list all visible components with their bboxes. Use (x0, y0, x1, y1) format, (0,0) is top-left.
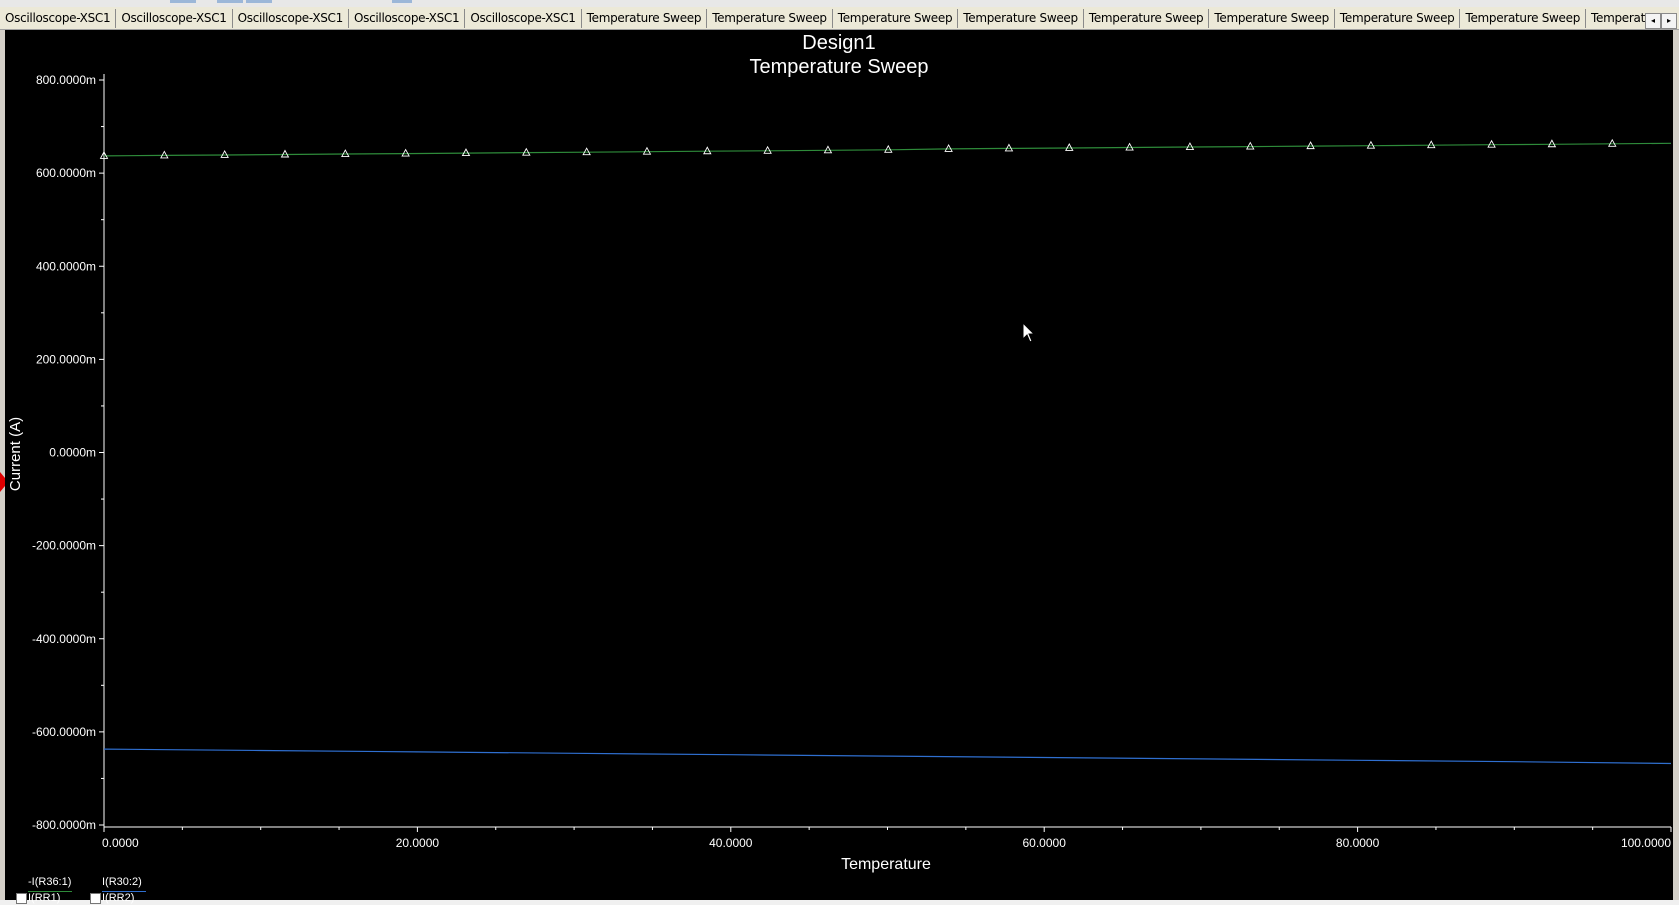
chart-svg[interactable]: Design1 Temperature Sweep Current (A) Te… (0, 30, 1679, 900)
x-tick-label: 40.0000 (709, 836, 753, 850)
data-point-marker (1306, 141, 1315, 150)
data-point-marker (1065, 143, 1074, 151)
graph-tab[interactable]: Temperature Sweep (1334, 9, 1461, 28)
y-axis-label: Current (A) (7, 417, 24, 491)
x-tick-label: 20.0000 (396, 836, 440, 850)
graph-tab[interactable]: Oscilloscope-XSC1 (348, 9, 466, 28)
data-point-marker (1125, 142, 1134, 151)
y-tick-label: -800.0000m (32, 818, 96, 832)
data-point-marker (1426, 140, 1436, 149)
y-tick-label: 800.0000m (36, 73, 96, 87)
data-point-marker (582, 147, 591, 156)
data-point-marker (1547, 139, 1557, 148)
y-tick-label: 600.0000m (36, 166, 96, 180)
top-toolbar-strip (0, 0, 1679, 7)
graph-tab[interactable]: Oscilloscope-XSC1 (116, 9, 233, 28)
tab-scroll-right-button[interactable]: ▸ (1661, 13, 1677, 29)
y-tick-label: -400.0000m (32, 632, 96, 646)
axes-group: 800.0000m 600.0000m 400.0000m 200.0000m 0.00… (32, 73, 1672, 850)
chart-subtitle: Temperature Sweep (750, 56, 929, 78)
window-right-edge (1673, 30, 1679, 900)
legend-label-series-1: -I(R36:1) (28, 876, 72, 888)
y-tick-label: 200.0000m (36, 352, 96, 366)
y-tick-label: 400.0000m (36, 259, 96, 273)
y-tick-label: -600.0000m (32, 725, 96, 739)
graph-tab[interactable]: Temperature Sweep (707, 9, 833, 28)
data-point-marker (1607, 138, 1617, 147)
data-point-marker (823, 145, 833, 154)
series-group (99, 138, 1672, 765)
x-tick-label: 80.0000 (1336, 836, 1380, 850)
data-point-marker (1185, 142, 1195, 151)
data-point-marker (763, 145, 772, 154)
data-point-marker (280, 149, 290, 158)
tab-list: Oscilloscope-XSC1 Oscilloscope-XSC1 Oscill… (0, 7, 1645, 29)
legend-sublabel-series-2: I(RR2) (102, 892, 135, 904)
selection-marker-icon (0, 472, 5, 492)
data-point-marker (461, 148, 471, 157)
graph-tab[interactable]: Temperature Sweep (832, 9, 959, 28)
y-tick-label: 0.0000m (49, 446, 96, 460)
data-point-marker (1487, 139, 1496, 148)
legend-checkbox-series-2[interactable] (90, 893, 101, 904)
data-point-marker (884, 144, 893, 153)
data-point-marker (1246, 141, 1255, 150)
graph-tab-bar: Oscilloscope-XSC1 Oscilloscope-XSC1 Oscill… (0, 7, 1679, 30)
graph-tab[interactable]: Temperature Sweep (958, 9, 1084, 28)
window-left-edge (0, 30, 5, 900)
data-point-marker (642, 146, 652, 155)
series-line-2 (103, 748, 1672, 765)
data-point-marker (160, 150, 169, 159)
graph-tab[interactable]: Temperature Sweep (1083, 9, 1210, 28)
data-point-marker (1004, 143, 1014, 152)
x-tick-label: 100.0000 (1621, 836, 1671, 850)
data-point-marker (944, 143, 953, 152)
mouse-pointer-icon (1022, 322, 1036, 343)
graph-tab[interactable]: Temperature Sweep (1209, 9, 1335, 28)
graph-tab[interactable]: Temperature Sweep (581, 9, 708, 28)
tab-scroll-controls: ◂ ▸ (1645, 10, 1677, 29)
data-point-marker (401, 148, 410, 157)
legend-label-series-2: I(R30:2) (102, 876, 142, 888)
data-point-marker (341, 149, 350, 157)
data-point-marker (703, 146, 712, 155)
tab-scroll-left-button[interactable]: ◂ (1645, 13, 1661, 29)
series-line-1 (103, 142, 1672, 157)
graph-tab[interactable]: Temperature Sweep (1460, 9, 1587, 28)
x-tick-label: 0.0000 (102, 836, 139, 850)
data-point-marker (1366, 140, 1376, 149)
y-tick-label: -200.0000m (32, 539, 96, 553)
graph-tab[interactable]: Oscilloscope-XSC1 (232, 9, 349, 28)
x-axis-label: Temperature (841, 856, 931, 873)
legend-checkbox-series-1[interactable] (16, 893, 27, 904)
toolbar-icon[interactable] (217, 0, 243, 3)
grapher-plot-area[interactable]: Design1 Temperature Sweep Current (A) Te… (0, 30, 1679, 900)
chart-title: Design1 (802, 32, 875, 54)
legend: -I(R36:1) I(R30:2) I(RR1) I(RR2) (16, 876, 196, 904)
toolbar-icon[interactable] (246, 0, 272, 3)
data-point-marker (220, 150, 229, 158)
toolbar-icon[interactable] (170, 0, 196, 3)
graph-tab[interactable]: Temperature Sweep (1586, 9, 1645, 28)
data-point-marker (522, 147, 531, 156)
legend-sublabel-series-1: I(RR1) (28, 892, 61, 904)
graph-tab[interactable]: Oscilloscope-XSC1 (465, 9, 582, 28)
graph-tab[interactable]: Oscilloscope-XSC1 (0, 9, 117, 28)
x-tick-label: 60.0000 (1023, 836, 1067, 850)
toolbar-icon[interactable] (392, 0, 412, 3)
